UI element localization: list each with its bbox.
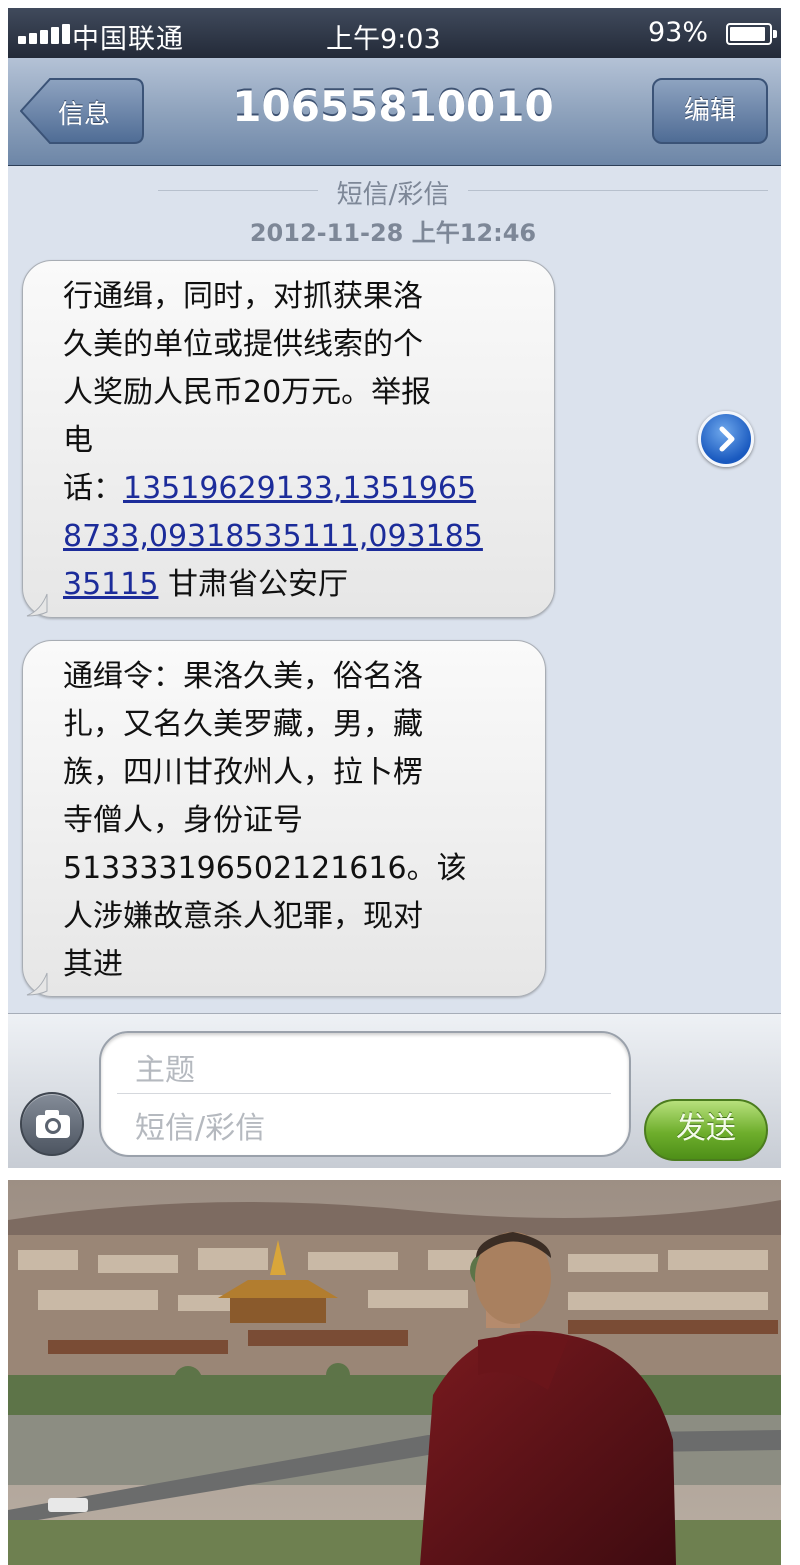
conversation-title: 10655810010 xyxy=(232,82,554,131)
camera-button[interactable] xyxy=(20,1092,84,1156)
status-bar: 中国联通 上午9:03 93% xyxy=(8,8,781,58)
message-line: 513333196502121616。该 xyxy=(63,851,467,886)
message-line: 人奖励人民币20万元。举报 xyxy=(63,375,432,410)
message-input-box[interactable]: 主题 短信/彩信 xyxy=(99,1031,631,1157)
phone-number-link[interactable]: 8733,09318535111,093185 xyxy=(63,513,530,561)
carrier-name: 中国联通 xyxy=(72,24,184,55)
signal-strength-icon xyxy=(18,24,72,44)
message-line: 话：13519629133,1351965 xyxy=(63,465,530,513)
divider-right xyxy=(468,190,768,191)
bubble-tail xyxy=(26,972,48,996)
phone-label: 话： xyxy=(63,471,123,506)
status-time: 上午9:03 xyxy=(326,24,441,55)
thread-type-label: 短信/彩信 xyxy=(336,180,450,210)
monk-photo xyxy=(8,1180,781,1565)
subject-input[interactable]: 主题 xyxy=(135,1045,195,1089)
message-line: 人涉嫌故意杀人犯罪，现对 xyxy=(63,899,423,934)
edit-button[interactable]: 编辑 xyxy=(652,78,768,144)
message-line: 行通缉，同时，对抓获果洛 xyxy=(63,279,423,314)
sender-organization: 甘肃省公安厅 xyxy=(167,567,348,602)
navigation-bar: 信息 10655810010 编辑 xyxy=(8,58,781,166)
message-line: 其进 xyxy=(63,947,123,982)
send-button[interactable]: 发送 xyxy=(644,1099,768,1161)
message-bubble[interactable]: 通缉令：果洛久美，俗名洛 扎，又名久美罗藏，男，藏 族，四川甘孜州人，拉卜楞 寺… xyxy=(22,640,546,997)
message-bubble[interactable]: 行通缉，同时，对抓获果洛 久美的单位或提供线索的个 人奖励人民币20万元。举报 … xyxy=(22,260,555,618)
chevron-right-icon xyxy=(719,426,735,452)
message-detail-button[interactable] xyxy=(698,411,754,467)
battery-icon xyxy=(726,23,777,45)
message-timestamp: 2012-11-28 上午12:46 xyxy=(249,219,537,247)
message-line: 族，四川甘孜州人，拉卜楞 xyxy=(63,755,423,790)
message-line: 扎，又名久美罗藏，男，藏 xyxy=(63,707,423,742)
sms-thread-screen: 中国联通 上午9:03 93% 信息 10655810010 编辑 短信/彩信 … xyxy=(8,8,781,1168)
battery-percent: 93% xyxy=(648,17,709,48)
input-divider xyxy=(117,1093,611,1094)
bubble-tail xyxy=(26,593,48,617)
photo-image xyxy=(8,1180,781,1565)
back-button-label: 信息 xyxy=(58,100,111,130)
camera-icon xyxy=(36,1110,70,1138)
message-line: 35115 甘肃省公安厅 xyxy=(63,561,530,609)
message-body-input[interactable]: 短信/彩信 xyxy=(135,1103,265,1147)
message-line: 通缉令：果洛久美，俗名洛 xyxy=(63,659,423,694)
back-button[interactable]: 信息 xyxy=(20,78,144,144)
message-line: 久美的单位或提供线索的个 xyxy=(63,327,423,362)
message-line: 寺僧人，身份证号 xyxy=(63,803,303,838)
message-line: 电 xyxy=(63,423,93,458)
divider-left xyxy=(158,190,318,191)
phone-number-link[interactable]: 35115 xyxy=(63,567,158,602)
compose-bar: 主题 短信/彩信 发送 xyxy=(8,1013,781,1168)
phone-number-link[interactable]: 13519629133,1351965 xyxy=(123,471,476,506)
